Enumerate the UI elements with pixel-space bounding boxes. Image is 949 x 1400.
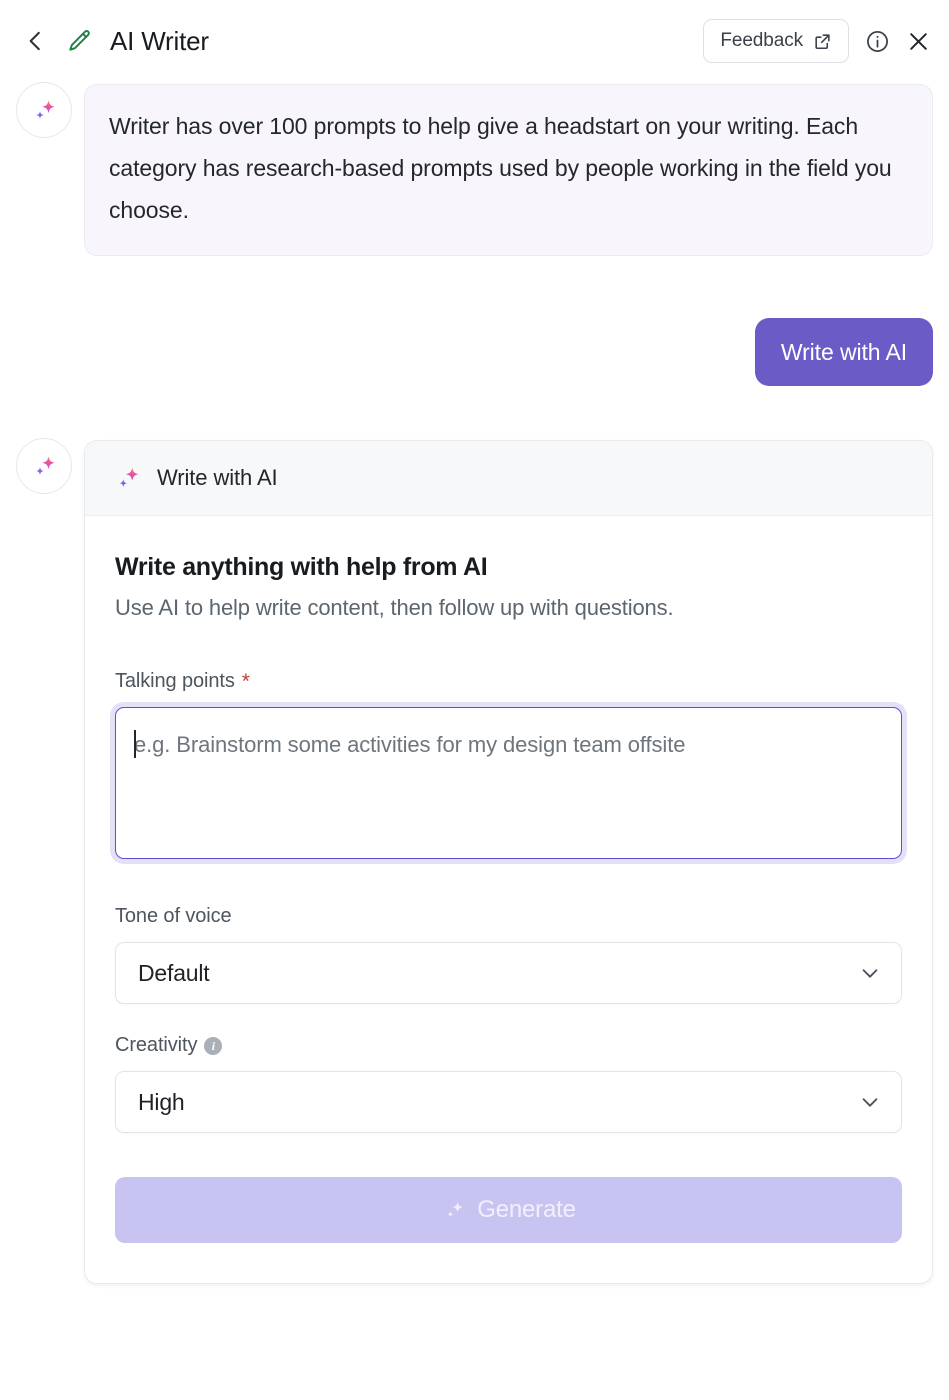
- write-with-ai-card: Write with AI Write anything with help f…: [84, 440, 933, 1284]
- tool-card-area: Write with AI Write anything with help f…: [0, 438, 949, 1284]
- card-subheading: Use AI to help write content, then follo…: [115, 595, 674, 620]
- pencil-icon: [69, 30, 90, 51]
- chevron-down-icon: [862, 969, 878, 978]
- panel-header: AI Writer Feedback: [0, 0, 949, 82]
- text-caret: [134, 730, 136, 758]
- tone-of-voice-field: Tone of voice Default: [115, 905, 902, 1004]
- card-header: Write with AI: [85, 441, 932, 516]
- feedback-button-label: Feedback: [720, 30, 803, 51]
- talking-points-field: Talking points * e.g. Brainstorm some ac…: [115, 670, 902, 859]
- feedback-button[interactable]: Feedback: [703, 19, 849, 63]
- header-info-button[interactable]: [865, 29, 890, 54]
- tool-card-row: Write with AI Write anything with help f…: [16, 438, 933, 1284]
- sparkle-icon: [119, 467, 139, 488]
- tone-of-voice-select[interactable]: Default: [115, 942, 902, 1004]
- header-left-group: AI Writer: [22, 26, 703, 56]
- required-asterisk: *: [241, 670, 250, 693]
- tone-of-voice-label: Tone of voice: [115, 905, 232, 927]
- info-circle-icon[interactable]: i: [204, 1036, 223, 1055]
- creativity-label-row: Creativity i: [115, 1034, 902, 1057]
- sparkle-avatar-icon: [36, 100, 55, 119]
- sparkle-avatar-icon: [36, 456, 55, 475]
- chevron-left-icon: [29, 31, 40, 51]
- back-button[interactable]: [22, 26, 48, 56]
- page-title: AI Writer: [110, 26, 209, 56]
- creativity-select[interactable]: High: [115, 1071, 902, 1133]
- talking-points-input[interactable]: e.g. Brainstorm some activities for my d…: [115, 707, 902, 859]
- generate-button[interactable]: Generate: [115, 1177, 902, 1243]
- avatar: [16, 438, 72, 494]
- tone-of-voice-label-row: Tone of voice: [115, 905, 902, 928]
- card-body: Write anything with help from AI Use AI …: [85, 516, 932, 1283]
- close-button[interactable]: [906, 29, 931, 54]
- creativity-value: High: [138, 1088, 185, 1115]
- creativity-label: Creativity: [115, 1034, 198, 1056]
- close-x-icon: [910, 32, 927, 50]
- sparkle-icon: [447, 1201, 464, 1218]
- ai-intro-bubble: Writer has over 100 prompts to help give…: [84, 84, 933, 256]
- generate-button-label: Generate: [477, 1196, 576, 1223]
- info-circle-icon: [867, 30, 888, 52]
- user-message-row: Write with AI: [0, 318, 949, 386]
- external-link-icon: [815, 33, 830, 49]
- talking-points-label-row: Talking points *: [115, 670, 902, 693]
- user-message-bubble[interactable]: Write with AI: [754, 318, 933, 386]
- avatar: [16, 82, 72, 138]
- talking-points-placeholder: e.g. Brainstorm some activities for my d…: [134, 732, 686, 757]
- ai-intro-text: Writer has over 100 prompts to help give…: [109, 113, 892, 223]
- ai-writer-panel: AI Writer Feedback Writer has over 100 p…: [0, 0, 949, 1400]
- chevron-down-icon: [862, 1098, 878, 1107]
- tone-of-voice-value: Default: [138, 959, 210, 986]
- header-right-group: Feedback: [703, 19, 931, 63]
- ai-intro-row: Writer has over 100 prompts to help give…: [16, 82, 933, 256]
- card-header-title: Write with AI: [157, 465, 278, 490]
- card-heading: Write anything with help from AI: [115, 553, 488, 581]
- talking-points-label: Talking points: [115, 670, 235, 692]
- creativity-field: Creativity i High: [115, 1034, 902, 1133]
- conversation-area: Writer has over 100 prompts to help give…: [0, 82, 949, 256]
